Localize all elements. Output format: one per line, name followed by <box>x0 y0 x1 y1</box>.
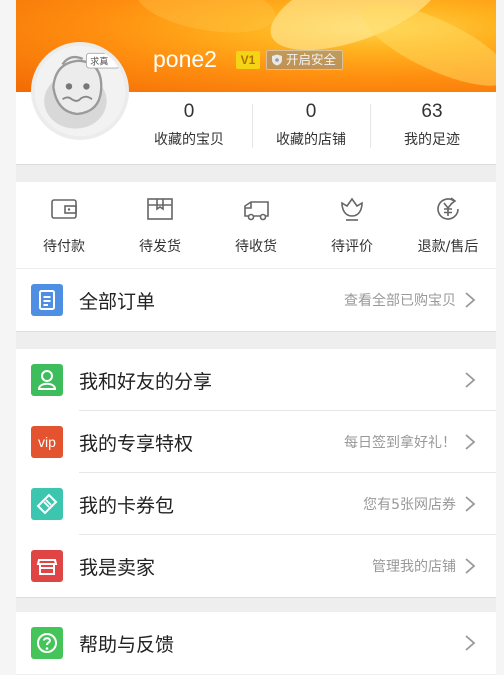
truck-icon <box>244 201 269 221</box>
divider <box>16 597 496 598</box>
page-gutter <box>496 0 504 675</box>
chevron-right-icon <box>465 292 476 308</box>
refund-icon <box>437 197 459 220</box>
stat-footprints[interactable]: 63 我的足迹 <box>372 92 492 164</box>
safety-badge[interactable]: 开启安全 <box>266 50 344 70</box>
menu-item-title: 我的卡券包 <box>79 495 175 517</box>
divider <box>16 331 496 332</box>
order-status-to-review[interactable]: 待评价 <box>304 182 400 268</box>
order-status-to-ship[interactable]: 待发货 <box>112 182 208 268</box>
order-status-to-receive[interactable]: 待收货 <box>208 182 304 268</box>
chevron-right-icon <box>465 635 476 651</box>
help-icon <box>31 627 63 659</box>
vip-icon-text: vip <box>38 434 56 450</box>
avatar-image: 求真 <box>35 46 125 136</box>
all-orders-row[interactable]: 全部订单 查看全部已购宝贝 <box>16 269 496 331</box>
order-status-label: 待收货 <box>235 239 277 255</box>
all-orders-title: 全部订单 <box>79 291 156 313</box>
stat-favorite-items[interactable]: 0 收藏的宝贝 <box>129 92 249 164</box>
chevron-right-icon <box>465 496 476 512</box>
package-icon <box>147 198 173 220</box>
wallet-icon <box>51 199 77 219</box>
all-orders-hint: 查看全部已购宝贝 <box>344 293 456 309</box>
order-status-label: 待评价 <box>331 239 373 255</box>
stat-label: 收藏的店铺 <box>276 132 346 148</box>
menu-item-hint: 管理我的店铺 <box>372 559 456 575</box>
my-taobao-page: pone2 V1 开启安全 0 收藏的宝贝 0 收藏的店铺 63 我的足迹 求真… <box>16 0 496 675</box>
divider <box>370 104 371 148</box>
stat-count: 0 <box>305 101 317 122</box>
order-status-label: 退款/售后 <box>417 239 479 255</box>
banner-petal-decoration <box>132 0 280 42</box>
avatar[interactable]: 求真 <box>31 42 129 140</box>
flower-icon <box>341 197 363 221</box>
menu-item-hint: 每日签到拿好礼！ <box>344 435 456 451</box>
help-feedback-row[interactable]: 帮助与反馈 <box>16 612 496 674</box>
menu-item-share-with-friends[interactable]: 我和好友的分享 <box>16 349 496 411</box>
share-friend-icon <box>31 364 63 396</box>
vip-icon: vip <box>31 426 63 458</box>
order-status-label: 待发货 <box>139 239 181 255</box>
menu-item-title: 我是卖家 <box>79 557 156 579</box>
divider <box>16 164 496 165</box>
menu-item-seller[interactable]: 我是卖家 管理我的店铺 <box>16 535 496 597</box>
username[interactable]: pone2 <box>153 46 217 73</box>
vip-level-badge[interactable]: V1 <box>236 51 260 69</box>
order-status-unpaid[interactable]: 待付款 <box>16 182 112 268</box>
help-title: 帮助与反馈 <box>79 634 175 656</box>
chevron-right-icon <box>465 434 476 450</box>
stat-count: 63 <box>421 101 443 122</box>
menu-item-title: 我的专享特权 <box>79 433 194 455</box>
order-status-refund[interactable]: 退款/售后 <box>400 182 496 268</box>
stat-favorite-shops[interactable]: 0 收藏的店铺 <box>251 92 371 164</box>
shop-icon <box>31 550 63 582</box>
ticket-icon <box>31 488 63 520</box>
menu-item-hint: 您有5张网店券 <box>363 497 456 513</box>
stat-label: 收藏的宝贝 <box>154 132 224 148</box>
safety-label: 开启安全 <box>286 52 337 67</box>
menu-item-title: 我和好友的分享 <box>79 371 213 393</box>
menu-item-coupon-wallet[interactable]: 我的卡券包 您有5张网店券 <box>16 473 496 535</box>
svg-text:求真: 求真 <box>90 55 108 67</box>
shield-icon <box>272 54 282 66</box>
order-status-bar: 待付款 待发货 待收货 待评价 退款/售后 <box>16 182 496 268</box>
menu-item-vip-privileges[interactable]: vip 我的专享特权 每日签到拿好礼！ <box>16 411 496 473</box>
banner-petal-decoration <box>352 0 496 92</box>
order-status-label: 待付款 <box>43 239 85 255</box>
order-list-icon <box>31 284 63 316</box>
chevron-right-icon <box>465 558 476 574</box>
stat-label: 我的足迹 <box>404 132 460 148</box>
chevron-right-icon <box>465 372 476 388</box>
stat-count: 0 <box>183 101 195 122</box>
